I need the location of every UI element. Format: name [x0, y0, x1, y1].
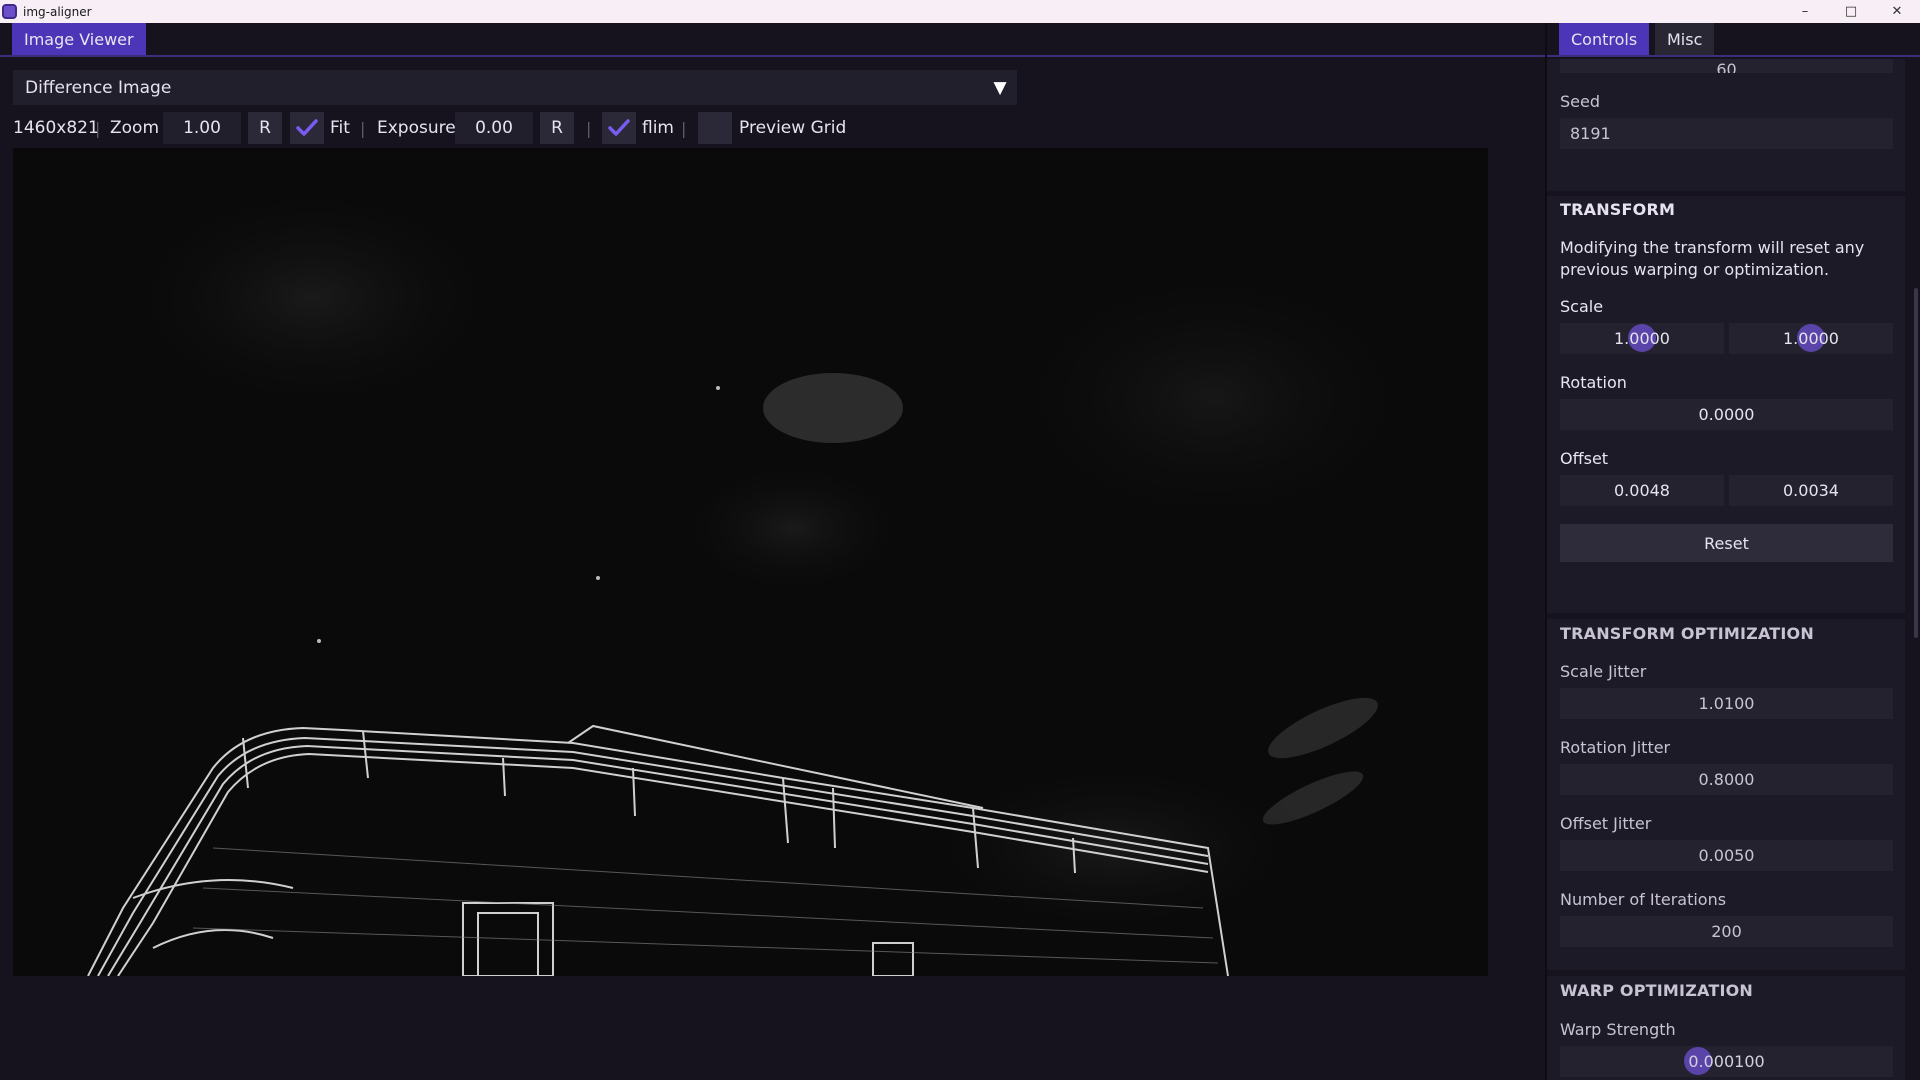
- scale-x-input[interactable]: 1.0000: [1560, 323, 1724, 354]
- partial-field-value: 60: [1716, 60, 1737, 73]
- check-icon: [296, 119, 318, 136]
- scale-y-input[interactable]: 1.0000: [1729, 323, 1893, 354]
- transform-description: Modifying the transform will reset any p…: [1560, 238, 1865, 279]
- tab-misc[interactable]: Misc: [1655, 23, 1715, 55]
- app-icon: [2, 4, 17, 19]
- zoom-label: Zoom: [110, 118, 160, 138]
- minimize-button[interactable]: –: [1782, 0, 1828, 23]
- transform-heading: TRANSFORM: [1560, 200, 1676, 219]
- viewer-tab-bar: Image Viewer: [0, 23, 1545, 57]
- controls-scrollbar[interactable]: [1914, 288, 1918, 638]
- rotation-label: Rotation: [1560, 373, 1627, 392]
- offset-jitter-label: Offset Jitter: [1560, 814, 1652, 833]
- zoom-input[interactable]: 1.00: [163, 112, 241, 144]
- scale-jitter-label: Scale Jitter: [1560, 662, 1647, 681]
- image-viewer-pane: Image Viewer Difference Image ▼ 1460x821…: [0, 23, 1545, 1080]
- viewer-toolbar: 1460x821 | Zoom 1.00 R Fit | Exposure 0.…: [0, 110, 1200, 146]
- controls-tab-bar: Controls Misc: [1547, 23, 1920, 57]
- reset-button[interactable]: Reset: [1560, 524, 1893, 562]
- warp-strength-label: Warp Strength: [1560, 1020, 1676, 1039]
- exposure-input[interactable]: 0.00: [455, 112, 533, 144]
- rotation-jitter-input[interactable]: 0.8000: [1560, 764, 1893, 795]
- scale-y-value: 1.0000: [1783, 329, 1839, 348]
- separator: |: [586, 118, 592, 138]
- scale-label: Scale: [1560, 297, 1604, 316]
- dropdown-arrow-icon[interactable]: ▼: [983, 70, 1017, 105]
- offset-y-input[interactable]: 0.0034: [1729, 475, 1893, 506]
- tab-image-viewer[interactable]: Image Viewer: [12, 23, 146, 55]
- zoom-reset-button[interactable]: R: [248, 112, 282, 144]
- separator: |: [95, 118, 101, 138]
- difference-image-canvas[interactable]: [13, 148, 1488, 976]
- title-bar: img-aligner – □ ✕: [0, 0, 1920, 23]
- controls-pane: Controls Misc 60 Seed 8191 TRANSFORM Mod…: [1547, 23, 1920, 1080]
- preview-grid-label: Preview Grid: [739, 118, 847, 138]
- check-icon: [608, 119, 630, 136]
- image-resolution: 1460x821: [13, 118, 99, 138]
- iterations-input[interactable]: 200: [1560, 916, 1893, 947]
- rotation-input[interactable]: 0.0000: [1560, 399, 1893, 430]
- fit-label: Fit: [330, 118, 350, 138]
- warp-strength-input[interactable]: 0.000100: [1560, 1046, 1893, 1077]
- preview-grid-checkbox[interactable]: [698, 112, 732, 144]
- tab-controls[interactable]: Controls: [1559, 23, 1650, 55]
- image-mode-value: Difference Image: [25, 77, 172, 98]
- seed-input[interactable]: 8191: [1560, 118, 1893, 149]
- scale-x-value: 1.0000: [1614, 329, 1670, 348]
- fit-checkbox[interactable]: [290, 112, 324, 144]
- offset-x-input[interactable]: 0.0048: [1560, 475, 1724, 506]
- window-title: img-aligner: [23, 4, 92, 19]
- offset-jitter-input[interactable]: 0.0050: [1560, 840, 1893, 871]
- iterations-label: Number of Iterations: [1560, 890, 1727, 909]
- warp-optimization-heading: WARP OPTIMIZATION: [1560, 981, 1754, 1000]
- warp-strength-value: 0.000100: [1688, 1052, 1765, 1071]
- separator: |: [360, 118, 366, 138]
- rotation-jitter-label: Rotation Jitter: [1560, 738, 1671, 757]
- exposure-reset-button[interactable]: R: [540, 112, 574, 144]
- image-mode-dropdown[interactable]: Difference Image ▼: [13, 70, 1017, 105]
- close-button[interactable]: ✕: [1874, 0, 1920, 23]
- flim-checkbox[interactable]: [602, 112, 636, 144]
- separator: |: [681, 118, 687, 138]
- maximize-button[interactable]: □: [1828, 0, 1874, 23]
- seed-label: Seed: [1560, 92, 1600, 111]
- window-controls: – □ ✕: [1782, 0, 1920, 23]
- exposure-label: Exposure: [377, 118, 456, 138]
- partial-field[interactable]: 60: [1560, 59, 1893, 73]
- offset-label: Offset: [1560, 449, 1609, 468]
- transform-optimization-heading: TRANSFORM OPTIMIZATION: [1560, 624, 1814, 643]
- scale-jitter-input[interactable]: 1.0100: [1560, 688, 1893, 719]
- flim-label: flim: [642, 118, 674, 138]
- difference-image: [13, 148, 1488, 976]
